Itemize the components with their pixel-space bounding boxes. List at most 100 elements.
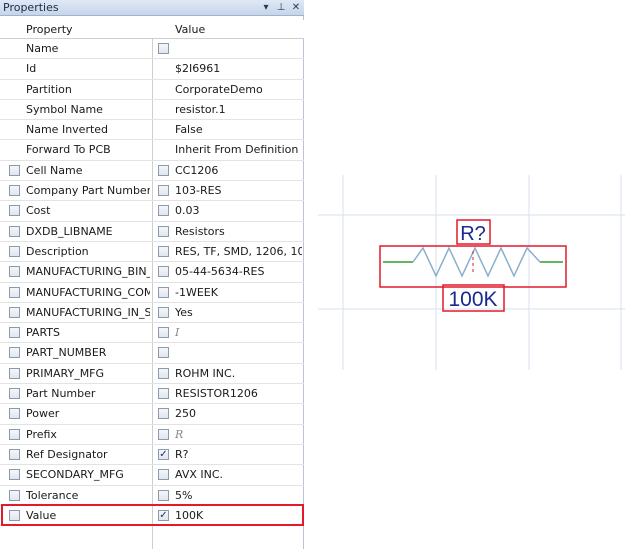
property-row[interactable]: Cost 0.03 [0,201,304,222]
property-name: MANUFACTURING_COMP [26,285,150,299]
value-visibility-checkbox[interactable] [158,408,169,420]
property-visibility-checkbox[interactable] [9,428,20,440]
value-visibility-checkbox[interactable]: ✓ [158,448,169,460]
property-visibility-checkbox[interactable] [9,347,20,359]
property-name: SECONDARY_MFG [26,468,124,482]
property-value[interactable]: $2I6961 [175,62,302,75]
property-value[interactable]: 05-44-5634-RES [175,265,302,278]
value-visibility-checkbox[interactable] [158,327,169,339]
property-value[interactable]: 103-RES [175,184,302,197]
property-name: PART_NUMBER [26,346,107,360]
value-visibility-checkbox[interactable] [158,245,169,257]
property-visibility-checkbox[interactable] [9,509,20,521]
dropdown-icon[interactable]: ▾ [259,0,273,15]
property-visibility-checkbox[interactable] [9,306,20,318]
value-visibility-checkbox[interactable] [158,388,169,400]
property-value[interactable]: AVX INC. [175,468,302,481]
value-visibility-checkbox[interactable] [158,43,169,54]
value-visibility-checkbox[interactable] [158,347,169,359]
value-visibility-checkbox[interactable] [158,185,169,197]
property-row[interactable]: Description RES, TF, SMD, 1206, 10 [0,242,304,263]
property-row[interactable]: PART_NUMBER [0,343,304,364]
property-value[interactable]: False [175,123,302,136]
property-row[interactable]: MANUFACTURING_IN_ST Yes [0,303,304,324]
property-value[interactable]: CC1206 [175,164,302,177]
property-row[interactable]: Company Part Number 103-RES [0,181,304,202]
value-visibility-checkbox[interactable] [158,428,169,440]
property-row[interactable]: Power 250 [0,404,304,425]
property-name: Prefix [26,427,57,441]
property-value[interactable]: CorporateDemo [175,83,302,96]
column-header-value[interactable]: Value [175,23,205,36]
property-value[interactable]: RES, TF, SMD, 1206, 10 [175,245,302,258]
property-row[interactable]: Name Inverted False [0,120,304,141]
close-icon[interactable]: ✕ [289,0,303,15]
property-visibility-checkbox[interactable] [9,164,20,176]
property-value[interactable]: R? [175,448,302,461]
property-value[interactable]: Yes [175,306,302,319]
property-value[interactable]: resistor.1 [175,103,302,116]
property-value[interactable]: 5% [175,489,302,502]
column-header-property[interactable]: Property [26,23,73,36]
grid-lines [318,175,625,370]
value-visibility-checkbox[interactable] [158,469,169,481]
property-value[interactable]: -1WEEK [175,286,302,299]
value-visibility-checkbox[interactable] [158,266,169,278]
value-label[interactable]: 100K [442,284,505,312]
value-visibility-checkbox[interactable] [158,367,169,379]
property-name: Name Inverted [26,123,109,137]
property-value[interactable]: 0.03 [175,204,302,217]
property-value[interactable]: Inherit From Definition [175,143,302,156]
property-value[interactable]: RESISTOR1206 [175,387,302,400]
property-row[interactable]: DXDB_LIBNAME Resistors [0,222,304,242]
pin-icon[interactable]: ⊥ [274,0,288,15]
property-value[interactable]: 250 [175,407,302,420]
value-visibility-checkbox[interactable]: ✓ [158,509,169,521]
property-row[interactable]: Name [0,39,304,60]
property-row[interactable]: MANUFACTURING_COMP -1WEEK [0,283,304,303]
property-row[interactable]: Cell Name CC1206 [0,161,304,182]
property-row[interactable]: Partition CorporateDemo [0,80,304,100]
property-visibility-checkbox[interactable] [9,367,20,379]
value-visibility-checkbox[interactable] [158,286,169,298]
property-name: PRIMARY_MFG [26,366,105,380]
property-visibility-checkbox[interactable] [9,225,20,237]
property-value[interactable]: ROHM INC. [175,367,302,380]
property-visibility-checkbox[interactable] [9,408,20,420]
property-row[interactable]: Symbol Name resistor.1 [0,100,304,121]
property-row[interactable]: PRIMARY_MFG ROHM INC. [0,364,304,385]
property-row[interactable]: Prefix R [0,425,304,445]
property-visibility-checkbox[interactable] [9,448,20,460]
schematic-canvas[interactable]: R? 100K [318,175,625,370]
property-value[interactable]: Resistors [175,225,302,238]
property-visibility-checkbox[interactable] [9,327,20,339]
ref-designator-label[interactable]: R? [456,219,491,245]
property-row[interactable]: SECONDARY_MFG AVX INC. [0,465,304,486]
property-visibility-checkbox[interactable] [9,469,20,481]
property-row[interactable]: PARTS I [0,323,304,344]
property-visibility-checkbox[interactable] [9,245,20,257]
property-visibility-checkbox[interactable] [9,388,20,400]
resistor-symbol[interactable] [379,245,567,288]
property-row[interactable]: Ref Designator ✓ R? [0,445,304,466]
value-visibility-checkbox[interactable] [158,306,169,318]
property-row[interactable]: Tolerance 5% [0,486,304,506]
value-visibility-checkbox[interactable] [158,225,169,237]
property-name: Forward To PCB [26,143,111,157]
property-row[interactable]: MANUFACTURING_BIN_I 05-44-5634-RES [0,262,304,283]
property-row[interactable]: Id $2I6961 [0,59,304,80]
property-value[interactable]: 100K [175,509,302,522]
value-visibility-checkbox[interactable] [158,489,169,501]
property-row[interactable]: Value ✓ 100K [0,506,304,527]
property-row[interactable]: Forward To PCB Inherit From Definition [0,140,304,161]
property-visibility-checkbox[interactable] [9,266,20,278]
value-visibility-checkbox[interactable] [158,205,169,217]
property-visibility-checkbox[interactable] [9,205,20,217]
property-visibility-checkbox[interactable] [9,489,20,501]
property-value[interactable]: R [175,428,302,441]
property-value[interactable]: I [175,326,302,339]
property-visibility-checkbox[interactable] [9,286,20,298]
value-visibility-checkbox[interactable] [158,164,169,176]
property-visibility-checkbox[interactable] [9,185,20,197]
property-row[interactable]: Part Number RESISTOR1206 [0,384,304,405]
